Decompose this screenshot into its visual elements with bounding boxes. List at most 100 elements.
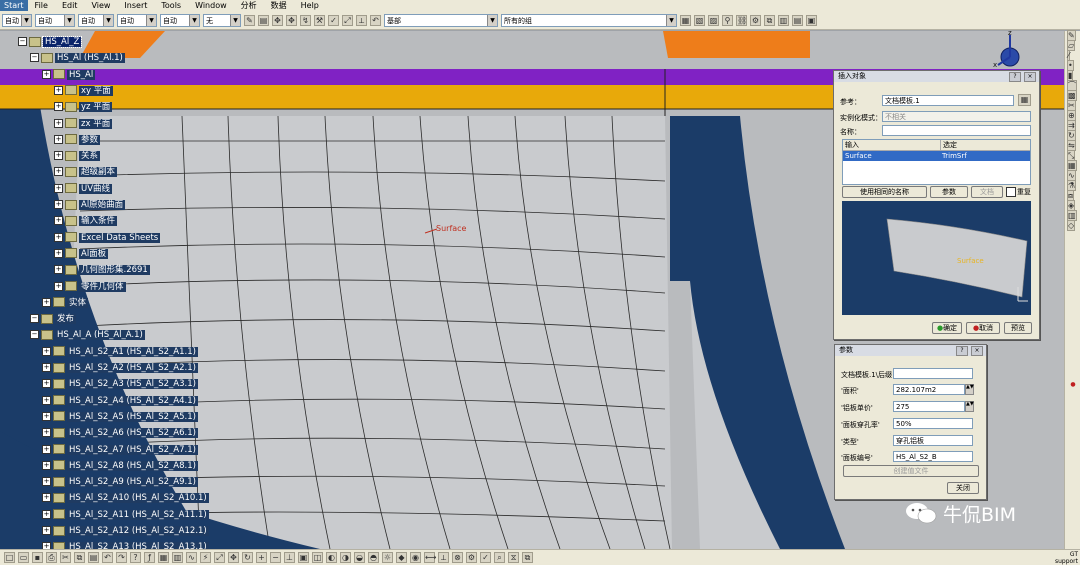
zoom-in-icon[interactable]: + (256, 552, 267, 563)
tree-node[interactable]: + Al原始曲面 (54, 198, 126, 212)
menu-file[interactable]: File (28, 1, 55, 10)
mode-combo[interactable]: 不相关 (882, 111, 1031, 122)
expand-toggle-icon[interactable]: − (30, 53, 39, 63)
tree-node[interactable]: + HS_Al (42, 68, 96, 82)
expand-toggle-icon[interactable]: + (54, 102, 63, 112)
fit-all-icon[interactable]: ⤢ (214, 552, 225, 563)
expand-toggle-icon[interactable]: + (42, 477, 51, 487)
expand-toggle-icon[interactable]: + (54, 232, 63, 242)
copy-icon[interactable]: ⧉ (74, 552, 85, 563)
tree-node[interactable]: + 参数 (54, 133, 101, 147)
expand-toggle-icon[interactable]: + (54, 200, 63, 209)
power-copy-icon[interactable]: ⧉ (522, 552, 533, 563)
reaction-icon[interactable]: ⚡ (200, 552, 211, 563)
tree-node[interactable]: + HS_Al_S2_A1 (HS_Al_S2_A1.1) (42, 345, 198, 359)
layer-filter-icon[interactable]: ▦ (680, 14, 691, 26)
tree-node[interactable]: + zx 平面 (54, 117, 113, 131)
expand-toggle-icon[interactable]: + (54, 134, 63, 144)
rotate-view-icon[interactable]: ↻ (242, 552, 253, 563)
param-field-perforation[interactable]: 50% (893, 418, 973, 429)
measure-item-icon[interactable]: ⟂ (438, 552, 449, 563)
param-field-area[interactable]: 282.107m2 (893, 384, 965, 395)
check-icon[interactable]: ✓ (328, 14, 339, 26)
tree-node[interactable]: − 发布 (30, 312, 77, 326)
menu-window[interactable]: Window (188, 1, 234, 10)
preview-button[interactable]: 预览 (1004, 322, 1032, 334)
move-all-icon[interactable]: ✥ (286, 14, 297, 26)
link-icon[interactable]: ⚲ (722, 14, 733, 26)
tree-node[interactable]: + HS_Al_S2_A13 (HS_Al_S2_A13.1) (42, 540, 209, 549)
col-selected-header[interactable]: 选定 (941, 140, 957, 150)
expand-toggle-icon[interactable]: + (54, 248, 63, 258)
hide-show-icon[interactable]: ◑ (340, 552, 351, 563)
design-table-icon[interactable]: ▥ (172, 552, 183, 563)
tree-node[interactable]: + 零件几何体 (54, 280, 126, 294)
filter-icon[interactable]: ⧉ (764, 14, 775, 26)
table-icon[interactable]: ▦ (158, 552, 169, 563)
expand-toggle-icon[interactable]: + (54, 85, 63, 95)
new-file-icon[interactable]: □ (4, 552, 15, 563)
menu-insert[interactable]: Insert (117, 1, 154, 10)
open-file-icon[interactable]: ▭ (18, 552, 29, 563)
analysis-icon[interactable]: ⚒ (314, 14, 325, 26)
properties-icon[interactable]: ▤ (258, 14, 269, 26)
transparency-combo[interactable]: 自动 ▼ (35, 13, 75, 27)
ref-browse-icon[interactable]: ▦ (1018, 94, 1031, 106)
expand-toggle-icon[interactable]: + (42, 411, 51, 421)
tree-node[interactable]: + Excel Data Sheets (54, 231, 161, 245)
expand-toggle-icon[interactable]: + (42, 509, 51, 519)
expand-toggle-icon[interactable]: + (42, 379, 51, 389)
expand-toggle-icon[interactable]: + (42, 460, 51, 470)
redo-icon[interactable]: ↷ (116, 552, 127, 563)
help-icon[interactable]: ? (956, 346, 968, 356)
menu-data[interactable]: 数据 (264, 0, 294, 11)
compass-icon[interactable]: z x (990, 31, 1030, 71)
price-spinner[interactable]: ▲▼ (965, 401, 974, 412)
point-type-combo[interactable]: 自动 ▼ (160, 13, 200, 27)
tree-node[interactable]: − HS_Al (HS_Al.1) (30, 51, 125, 65)
cancel-button[interactable]: ●取消 (966, 322, 1000, 334)
tree-node[interactable]: + 关系 (54, 149, 101, 163)
group-combo[interactable]: 所有的组 ▼ (501, 13, 677, 27)
formula-icon[interactable]: ƒ (144, 552, 155, 563)
expand-toggle-icon[interactable]: + (42, 444, 51, 454)
col-input-header[interactable]: 输入 (843, 140, 941, 150)
undo-icon[interactable]: ↶ (370, 14, 381, 26)
material-icon[interactable]: ◆ (396, 552, 407, 563)
scale-icon[interactable]: ⤢ (342, 14, 353, 26)
measure-icon[interactable]: ⟂ (356, 14, 367, 26)
render-icon[interactable]: ◓ (368, 552, 379, 563)
zoom-out-icon[interactable]: − (270, 552, 281, 563)
expand-toggle-icon[interactable]: + (42, 493, 51, 503)
camera-icon[interactable]: ◉ (410, 552, 421, 563)
create-value-file-button[interactable]: 创建值文件 (843, 465, 979, 477)
param-field-type[interactable]: 穿孔铝板 (893, 435, 973, 446)
tree-node[interactable]: − HS_Al_Z (18, 35, 83, 49)
tree-node[interactable]: + HS_Al_S2_A4 (HS_Al_S2_A4.1) (42, 394, 198, 408)
tree-node[interactable]: + Al面板 (54, 247, 109, 261)
pan-icon[interactable]: ✥ (228, 552, 239, 563)
law-tool-icon[interactable]: ∿ (186, 552, 197, 563)
expand-toggle-icon[interactable]: − (18, 37, 27, 46)
param-field-panel-number[interactable]: HS_Al_S2_B (893, 451, 973, 462)
param-field-price[interactable]: 275 (893, 401, 965, 412)
tree-node[interactable]: + HS_Al_S2_A10 (HS_Al_S2_A10.1) (42, 491, 209, 505)
group-icon[interactable]: ▨ (708, 14, 719, 26)
expand-toggle-icon[interactable]: + (42, 526, 51, 535)
color-combo[interactable]: 自动 ▼ (2, 13, 32, 27)
normal-view-icon[interactable]: ⊥ (284, 552, 295, 563)
ok-button[interactable]: ●确定 (932, 322, 962, 334)
line-type-combo[interactable]: 自动 ▼ (117, 13, 157, 27)
knowledge-advisor-icon[interactable]: ⚙ (466, 552, 477, 563)
multi-view-icon[interactable]: ▣ (298, 552, 309, 563)
expand-toggle-icon[interactable]: + (42, 297, 51, 307)
filter-tool-icon[interactable]: ⧖ (508, 552, 519, 563)
tree-node[interactable]: + HS_Al_S2_A2 (HS_Al_S2_A2.1) (42, 361, 198, 375)
close-icon[interactable]: × (1024, 72, 1036, 82)
tree-node[interactable]: + 超级副本 (54, 165, 118, 179)
tree-node[interactable]: + HS_Al_S2_A9 (HS_Al_S2_A9.1) (42, 475, 198, 489)
name-field[interactable] (882, 125, 1031, 136)
tree-node[interactable]: + HS_Al_S2_A8 (HS_Al_S2_A8.1) (42, 459, 198, 473)
param-field-suffix[interactable] (893, 368, 973, 379)
lighting-icon[interactable]: ☼ (382, 552, 393, 563)
